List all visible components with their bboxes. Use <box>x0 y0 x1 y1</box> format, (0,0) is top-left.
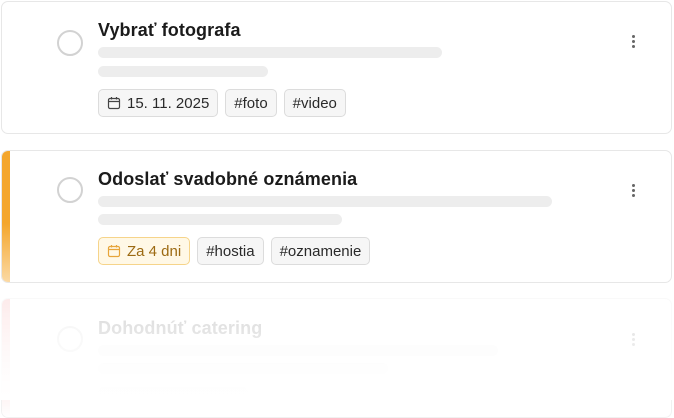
more-vertical-icon[interactable] <box>629 179 637 201</box>
more-vertical-icon[interactable] <box>629 30 637 52</box>
due-date-label: 15. 11. 2025 <box>127 94 210 112</box>
tag-chip[interactable]: #hostia <box>197 237 264 265</box>
due-date-label: Za 4 dni <box>127 242 182 260</box>
description-placeholder <box>98 363 388 374</box>
task-checkbox[interactable] <box>57 177 83 203</box>
priority-indicator <box>2 151 10 282</box>
description-placeholder <box>98 345 498 356</box>
task-title[interactable]: Dohodnúť catering <box>98 318 262 339</box>
description-placeholder <box>98 66 268 77</box>
task-tags: Za 4 dni #hostia #oznamenie <box>98 237 371 265</box>
tag-chip[interactable]: #foto <box>225 89 277 117</box>
priority-indicator <box>2 299 10 417</box>
task-title[interactable]: Odoslať svadobné oznámenia <box>98 169 357 190</box>
task-checkbox[interactable] <box>57 30 83 56</box>
tag-chip[interactable]: #video <box>283 89 346 117</box>
calendar-icon <box>107 245 121 258</box>
description-placeholder <box>98 47 442 58</box>
task-tags: 15. 11. 2025 #foto #video <box>98 89 346 117</box>
description-placeholder <box>98 387 248 398</box>
description-placeholder <box>98 214 342 225</box>
task-card[interactable]: Odoslať svadobné oznámenia Za 4 dni #hos… <box>1 150 672 283</box>
calendar-icon <box>107 97 121 110</box>
task-checkbox[interactable] <box>57 326 83 352</box>
task-card[interactable]: Vybrať fotografa 15. 11. 2025 #foto #vid… <box>1 1 672 134</box>
task-card[interactable]: Dohodnúť catering <box>1 298 672 418</box>
due-date-chip[interactable]: Za 4 dni <box>98 237 191 265</box>
due-date-chip[interactable]: 15. 11. 2025 <box>98 89 219 117</box>
more-vertical-icon[interactable] <box>629 328 637 350</box>
tag-chip[interactable]: #oznamenie <box>270 237 371 265</box>
description-placeholder <box>98 196 552 207</box>
task-title[interactable]: Vybrať fotografa <box>98 20 241 41</box>
